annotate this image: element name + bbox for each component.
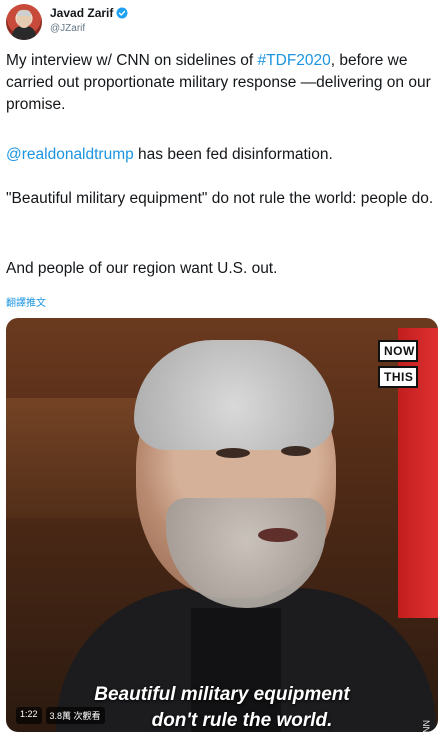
translate-tweet-link[interactable]: 翻譯推文 <box>6 294 46 309</box>
hashtag-link[interactable]: #TDF2020 <box>258 52 331 69</box>
logo-line-now: NOW <box>378 340 418 362</box>
name-row: Javad Zarif <box>50 6 128 20</box>
tweet-paragraph: And people of our region want U.S. out. <box>6 258 277 280</box>
logo-line-this: THIS <box>378 366 418 388</box>
video-subject-eye-right <box>281 446 311 456</box>
video-duration: 1:22 <box>16 707 42 724</box>
video-subject-eye-left <box>216 448 250 458</box>
video-subject-hair <box>134 340 334 450</box>
tweet-text-segment: "Beautiful military equipment" do not ru… <box>6 190 434 207</box>
tweet-header: Javad Zarif @JZarif <box>6 4 436 40</box>
avatar-suit <box>12 26 36 40</box>
nowthis-logo: NOW THIS <box>378 340 418 388</box>
tweet-paragraph: My interview w/ CNN on sidelines of #TDF… <box>6 50 438 116</box>
avatar-hair <box>17 10 31 16</box>
verified-badge-icon <box>116 7 128 19</box>
display-name[interactable]: Javad Zarif <box>50 6 113 20</box>
avatar[interactable] <box>6 4 42 40</box>
tweet-paragraph: "Beautiful military equipment" do not ru… <box>6 188 433 210</box>
video-subject-mouth <box>258 528 298 542</box>
video-source-watermark: © CNN <box>422 720 432 732</box>
video-views: 3.8萬 次觀看 <box>45 707 105 724</box>
tweet-text-segment: has been fed disinformation. <box>133 146 333 163</box>
user-handle[interactable]: @JZarif <box>50 23 85 34</box>
mention-link[interactable]: @realdonaldtrump <box>6 146 134 163</box>
caption-line-1: Beautiful military equipment <box>94 684 350 705</box>
video-player[interactable]: NOW THIS Beautiful military equipment do… <box>6 318 438 732</box>
tweet-text-segment: My interview w/ CNN on sidelines of <box>6 52 258 69</box>
tweet-paragraph: @realdonaldtrump has been fed disinforma… <box>6 144 333 166</box>
tweet-text-segment: And people of our region want U.S. out. <box>6 260 278 277</box>
video-meta: 1:22 3.8萬 次觀看 <box>16 707 105 724</box>
